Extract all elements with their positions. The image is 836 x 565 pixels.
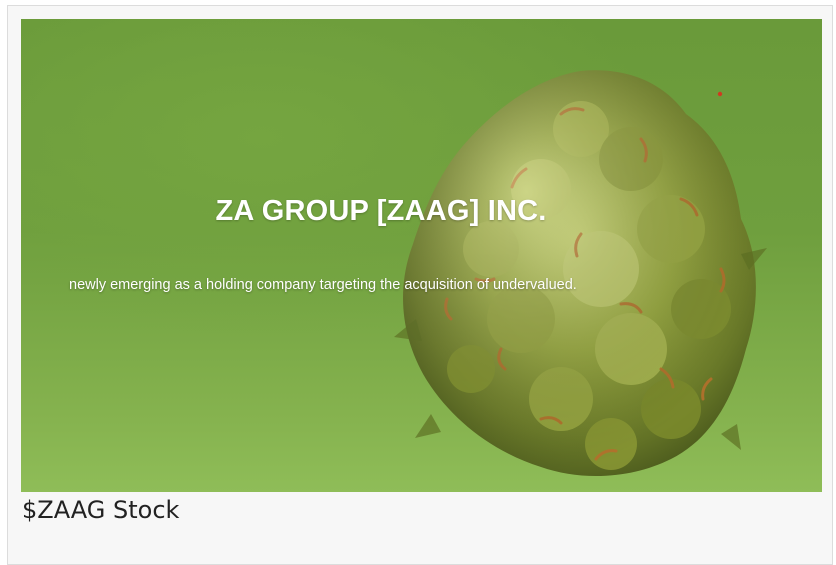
image-subline: newly emerging as a holding company targ…	[69, 277, 577, 293]
stock-card[interactable]: ZA GROUP [ZAAG] INC. newly emerging as a…	[7, 5, 833, 565]
card-caption[interactable]: $ZAAG Stock	[22, 496, 179, 524]
stock-thumbnail-image[interactable]: ZA GROUP [ZAAG] INC. newly emerging as a…	[21, 19, 822, 492]
image-headline: ZA GROUP [ZAAG] INC.	[215, 195, 547, 227]
cannabis-bud-image	[394, 70, 767, 477]
